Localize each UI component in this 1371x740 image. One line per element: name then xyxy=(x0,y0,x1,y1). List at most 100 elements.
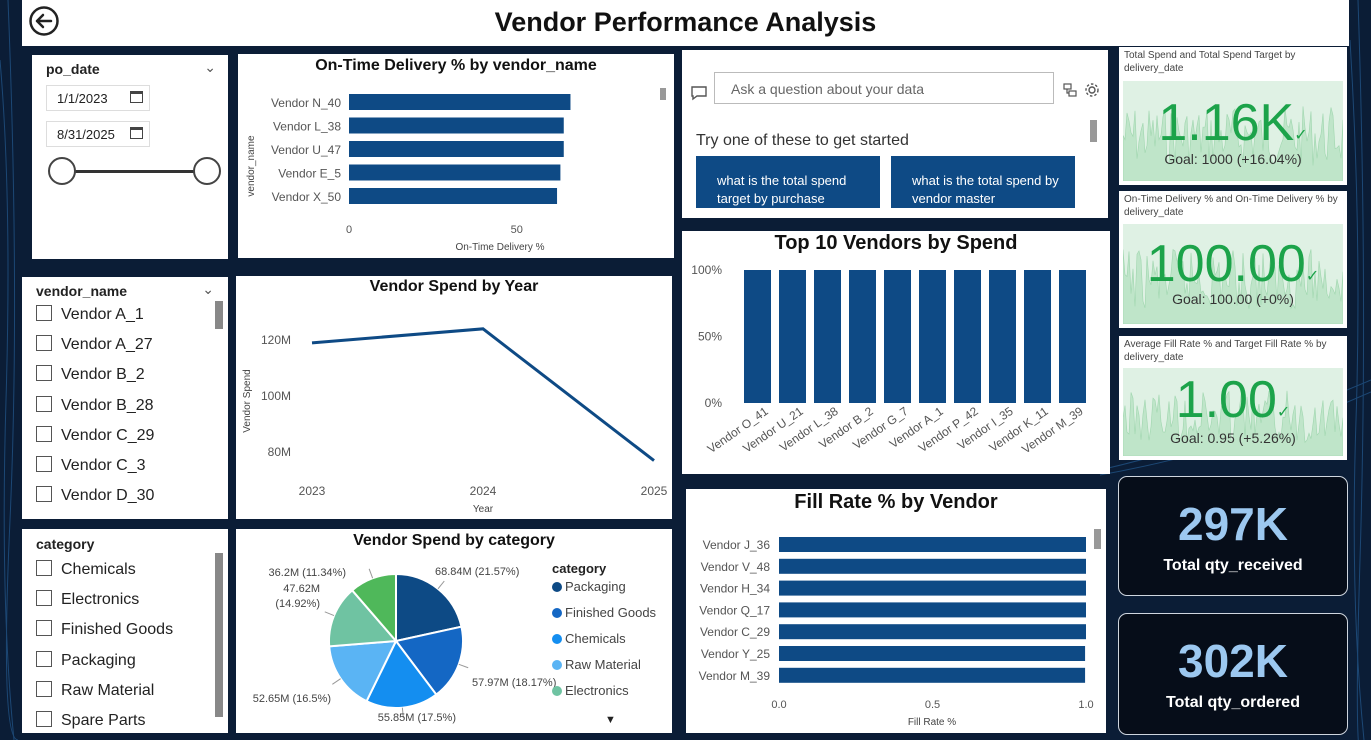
checkbox-item[interactable]: Vendor A_27 xyxy=(36,335,153,354)
checkbox-item[interactable]: Vendor C_3 xyxy=(36,456,146,475)
chevron-down-icon[interactable]: ⌄ xyxy=(204,59,216,76)
y-axis-label: vendor_name xyxy=(246,135,257,197)
back-button[interactable] xyxy=(26,3,126,39)
start-date-field[interactable]: 1/1/2023 xyxy=(46,85,150,111)
bar xyxy=(349,94,571,110)
bar xyxy=(779,537,1086,552)
x-tick-label: 0 xyxy=(346,224,352,236)
qa-search-input[interactable]: Ask a question about your data xyxy=(714,72,1054,104)
category-slicer: category Chemicals Electronics Finished Go… xyxy=(22,529,228,733)
range-start-handle[interactable] xyxy=(48,157,76,185)
spend-by-category-chart: Vendor Spend by category 68.84M (21.57%)… xyxy=(236,529,672,733)
fill-rate-chart: Fill Rate % by Vendor Vendor J_36 Vendor … xyxy=(686,489,1106,733)
bar xyxy=(989,270,1016,403)
checkbox[interactable] xyxy=(36,711,52,727)
checkbox-label: Chemicals xyxy=(61,561,136,578)
card-label: Total qty_ordered xyxy=(1166,694,1300,711)
checkbox[interactable] xyxy=(36,335,52,352)
y-tick-label: Vendor E_5 xyxy=(278,167,341,181)
checkbox-item[interactable]: Vendor D_30 xyxy=(36,486,154,505)
date-slicer-label: po_date xyxy=(46,61,100,77)
kpi-value: 1.16K✓ xyxy=(1158,94,1308,152)
legend-item[interactable]: Raw Material xyxy=(552,657,641,672)
checkbox-item[interactable]: Vendor B_2 xyxy=(36,365,145,384)
checkbox[interactable] xyxy=(36,560,52,576)
checkbox[interactable] xyxy=(36,620,52,637)
x-tick-label: 2025 xyxy=(641,484,668,498)
checkbox-item[interactable]: Packaging xyxy=(36,650,136,670)
checkbox-item[interactable]: Vendor B_28 xyxy=(36,395,154,415)
calendar-icon[interactable] xyxy=(130,127,143,139)
checkbox-item[interactable]: Spare Parts xyxy=(36,711,145,730)
total-qty-received-card: 297K Total qty_received xyxy=(1118,476,1348,596)
ontime-scrollbar[interactable] xyxy=(660,88,666,100)
bar xyxy=(779,580,1086,596)
share-icon[interactable] xyxy=(1062,82,1078,98)
fillrate-scrollbar[interactable] xyxy=(1094,529,1101,549)
checkbox[interactable] xyxy=(36,590,52,607)
checkbox-label: Packaging xyxy=(61,651,136,669)
y-tick-label: 100% xyxy=(691,263,722,277)
y-tick-label: 120M xyxy=(261,333,291,347)
checkbox-item[interactable]: Electronics xyxy=(36,590,139,609)
checkbox[interactable] xyxy=(36,456,52,472)
bar xyxy=(349,117,564,134)
checkbox[interactable] xyxy=(36,680,52,697)
bar xyxy=(349,164,561,181)
check-icon: ✓ xyxy=(1294,127,1308,144)
legend-item[interactable]: Finished Goods xyxy=(552,605,656,620)
data-label: 55.85M (17.5%) xyxy=(378,712,456,724)
y-axis-label: Vendor Spend xyxy=(242,369,253,432)
x-tick-label: 50 xyxy=(511,224,523,236)
checkbox-item[interactable]: Vendor C_29 xyxy=(36,425,154,445)
qa-suggestion-button[interactable]: what is the total spend target by purcha… xyxy=(696,156,880,208)
vendor-scrollbar[interactable] xyxy=(215,301,223,329)
bar xyxy=(779,270,806,403)
checkbox[interactable] xyxy=(36,425,52,442)
checkbox-item[interactable]: Vendor A_1 xyxy=(36,305,144,324)
end-date-field[interactable]: 8/31/2025 xyxy=(46,121,150,147)
checkbox[interactable] xyxy=(36,395,52,412)
end-date-value: 8/31/2025 xyxy=(57,127,115,142)
vendor-slicer: vendor_name ⌄ Vendor A_1 Vendor A_27 Vendo… xyxy=(22,277,228,519)
legend-item[interactable]: Packaging xyxy=(552,579,626,594)
y-tick-label: 80M xyxy=(268,445,291,459)
category-scrollbar[interactable] xyxy=(215,553,223,717)
start-date-value: 1/1/2023 xyxy=(57,91,108,106)
kpi-sparkline-area: 100.00✓ Goal: 100.00 (+0%) xyxy=(1123,224,1343,324)
y-tick-label: 0% xyxy=(705,396,723,410)
qa-scrollbar[interactable] xyxy=(1090,120,1097,142)
checkbox[interactable] xyxy=(36,305,52,321)
kpi-goal: Goal: 100.00 (+0%) xyxy=(1172,291,1294,307)
ontime-delivery-chart: On-Time Delivery % by vendor_name Vendor… xyxy=(238,54,674,258)
kpi-value: 100.00✓ xyxy=(1146,235,1320,293)
checkbox-item[interactable]: Chemicals xyxy=(36,560,136,579)
range-end-handle[interactable] xyxy=(193,157,221,185)
checkbox[interactable] xyxy=(36,365,52,382)
bar xyxy=(919,270,946,403)
x-axis-label: Year xyxy=(473,504,494,515)
checkbox[interactable] xyxy=(36,486,52,503)
y-tick-label: Vendor X_50 xyxy=(272,190,342,204)
chevron-down-icon[interactable]: ⌄ xyxy=(202,281,214,298)
header-bar: Vendor Performance Analysis xyxy=(22,0,1349,46)
checkbox[interactable] xyxy=(36,650,52,667)
check-icon: ✓ xyxy=(1305,268,1320,285)
category-slicer-label: category xyxy=(36,536,95,552)
kpi-sparkline-area: 1.16K✓ Goal: 1000 (+16.04%) xyxy=(1123,81,1343,181)
page-title: Vendor Performance Analysis xyxy=(494,7,877,37)
qa-placeholder: Ask a question about your data xyxy=(731,81,925,97)
gear-icon[interactable] xyxy=(1084,82,1100,98)
y-tick-label: Vendor C_29 xyxy=(700,625,770,639)
checkbox-item[interactable]: Finished Goods xyxy=(36,620,173,639)
bar xyxy=(779,624,1086,640)
legend-scroll-down-icon[interactable]: ▼ xyxy=(605,714,616,726)
legend-marker xyxy=(552,608,562,618)
legend-item[interactable]: Chemicals xyxy=(552,631,626,646)
legend-item[interactable]: Electronics xyxy=(552,683,629,698)
y-tick-label: 100M xyxy=(261,389,291,403)
checkbox-item[interactable]: Raw Material xyxy=(36,680,154,700)
qa-suggestion-button[interactable]: what is the total spend by vendor master xyxy=(891,156,1075,208)
x-axis-label: Fill Rate % xyxy=(908,717,956,728)
calendar-icon[interactable] xyxy=(130,91,143,103)
